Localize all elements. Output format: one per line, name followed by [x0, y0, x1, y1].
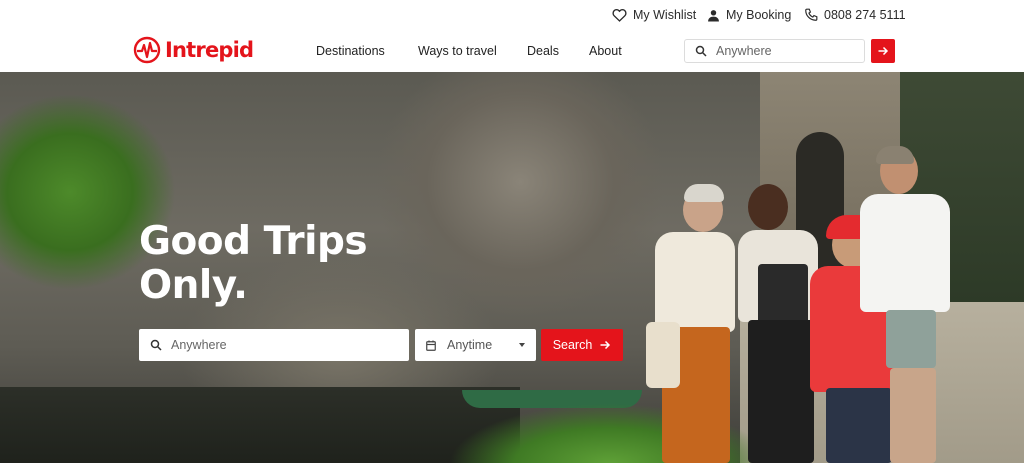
hero-destination-input[interactable]: [171, 338, 391, 352]
utility-bar: My Wishlist My Booking 0808 274 5111: [0, 0, 1024, 30]
nav-search-submit-button[interactable]: [871, 39, 895, 63]
hero-headline-line-1: Good Trips: [139, 219, 368, 264]
heart-icon: [612, 9, 627, 22]
my-booking-label: My Booking: [726, 8, 792, 22]
my-booking-link[interactable]: My Booking: [707, 7, 791, 23]
search-icon: [150, 339, 162, 351]
user-icon: [708, 9, 719, 21]
phone-number: 0808 274 5111: [824, 8, 906, 22]
caret-down-icon: [519, 343, 525, 347]
hero-headline: Good Trips Only.: [139, 220, 439, 308]
logo-mark-icon: [133, 36, 161, 64]
search-icon: [695, 45, 707, 57]
calendar-icon: [426, 340, 436, 351]
hero-date-label: Anytime: [447, 338, 493, 352]
hero-search-button[interactable]: Search: [541, 329, 623, 361]
arrow-right-icon: [600, 340, 611, 350]
hero-search-label: Search: [552, 338, 593, 352]
nav-search-box: [684, 39, 865, 63]
nav-about[interactable]: About: [589, 44, 622, 58]
nav-deals[interactable]: Deals: [527, 44, 559, 58]
hero-banner: Good Trips Only. Anytime Search: [0, 72, 1024, 463]
wishlist-link[interactable]: My Wishlist: [612, 7, 696, 23]
nav-destinations[interactable]: Destinations: [316, 44, 385, 58]
logo-wordmark: Intrepid: [165, 38, 254, 62]
main-nav: Intrepid Destinations Ways to travel Dea…: [0, 30, 1024, 72]
hero-destination-field: [139, 329, 409, 361]
wishlist-label: My Wishlist: [633, 8, 697, 22]
phone-link[interactable]: 0808 274 5111: [804, 7, 906, 23]
nav-search-input[interactable]: [716, 44, 856, 58]
intrepid-logo[interactable]: Intrepid: [133, 35, 254, 65]
hero-headline-line-2: Only.: [139, 263, 248, 308]
hero-date-select[interactable]: Anytime: [415, 329, 536, 361]
nav-ways-to-travel[interactable]: Ways to travel: [418, 44, 497, 58]
arrow-right-icon: [878, 46, 889, 56]
phone-icon: [805, 8, 818, 21]
